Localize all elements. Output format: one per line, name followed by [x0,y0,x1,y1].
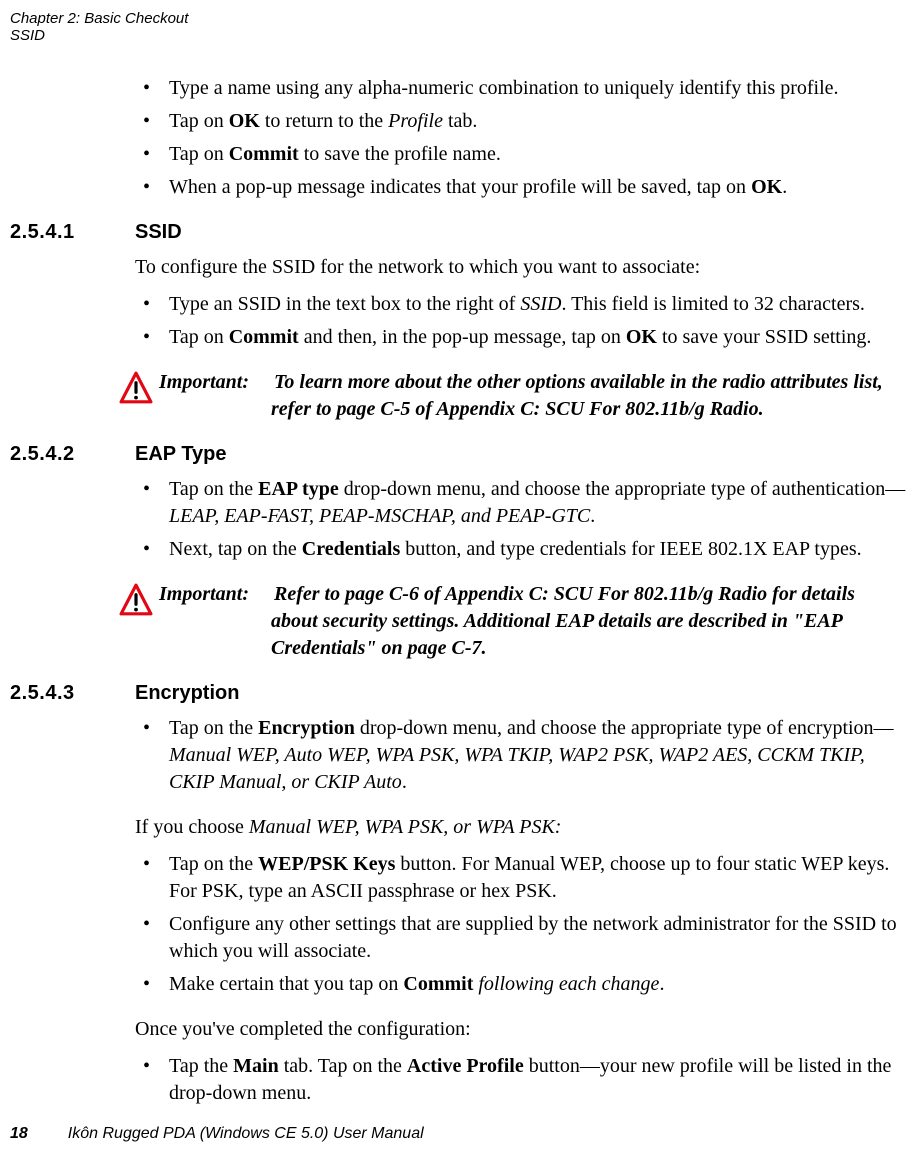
important-note: Important: Refer to page C-6 of Appendix… [113,581,906,662]
page-content: Type a name using any alpha-numeric comb… [135,75,906,1107]
heading-encryption: 2.5.4.3 Encryption [10,682,906,705]
note-label: Important: [159,369,269,396]
text: Tap the [169,1055,233,1077]
ssid-list: Type an SSID in the text box to the righ… [135,291,906,351]
text: drop-down menu, and choose the appropria… [355,717,894,739]
text: tab. Tap on the [279,1055,407,1077]
note-text: Important: To learn more about the other… [159,369,906,423]
list-item: Configure any other settings that are su… [135,911,906,965]
italic: Profile [388,110,443,132]
bold: Encryption [258,717,355,739]
note-line: refer to page C-5 of Appendix C: SCU For… [159,396,906,423]
running-header: Chapter 2: Basic Checkout SSID [10,10,911,45]
text: Next, tap on the [169,538,302,560]
paragraph: Once you've completed the configuration: [135,1016,906,1043]
bold: Active Profile [407,1055,524,1077]
note-line: Refer to page C-6 of Appendix C: SCU For… [274,583,855,605]
text: button, and type credentials for IEEE 80… [400,538,861,560]
intro-list: Type a name using any alpha-numeric comb… [135,75,906,201]
italic: Manual WEP, WPA PSK, or WPA PSK: [249,816,562,838]
encryption-list-1: Tap on the Encryption drop-down menu, an… [135,715,906,796]
list-item: Type an SSID in the text box to the righ… [135,291,906,318]
heading-title: SSID [135,221,182,244]
bold: EAP type [258,478,339,500]
bold: Commit [229,326,299,348]
note-text: Important: Refer to page C-6 of Appendix… [159,581,906,662]
text: . This field is limited to 32 characters… [561,293,864,315]
text: . [590,505,595,527]
text: If you choose [135,816,249,838]
footer-title: Ikôn Rugged PDA (Windows CE 5.0) User Ma… [68,1125,424,1143]
header-chapter: Chapter 2: Basic Checkout [10,10,911,27]
heading-number: 2.5.4.1 [10,221,135,244]
italic: Manual WEP, Auto WEP, WPA PSK, WPA TKIP,… [169,744,865,793]
page-footer: 18 Ikôn Rugged PDA (Windows CE 5.0) User… [10,1125,424,1143]
text: Type an SSID in the text box to the righ… [169,293,520,315]
warning-icon [113,369,159,405]
text: Tap on the [169,717,258,739]
text: to save your SSID setting. [657,326,871,348]
note-line: about security settings. Additional EAP … [159,608,906,662]
text: Tap on [169,326,229,348]
list-item: Type a name using any alpha-numeric comb… [135,75,906,102]
paragraph: To configure the SSID for the network to… [135,254,906,281]
bold: OK [626,326,657,348]
list-item: Tap on Commit to save the profile name. [135,141,906,168]
encryption-list-3: Tap the Main tab. Tap on the Active Prof… [135,1053,906,1107]
italic: following each change [478,973,659,995]
eap-list: Tap on the EAP type drop-down menu, and … [135,476,906,563]
list-item: Next, tap on the Credentials button, and… [135,536,906,563]
list-item: Tap on the Encryption drop-down menu, an… [135,715,906,796]
heading-title: EAP Type [135,443,227,466]
list-item: Tap on Commit and then, in the pop-up me… [135,324,906,351]
text: Make certain that you tap on [169,973,403,995]
text: Tap on the [169,853,258,875]
page-number: 18 [10,1125,28,1143]
note-label: Important: [159,581,269,608]
text: Tap on the [169,478,258,500]
text: Tap on [169,110,229,132]
italic: LEAP, EAP-FAST, PEAP-MSCHAP, and PEAP-GT… [169,505,590,527]
heading-number: 2.5.4.3 [10,682,135,705]
bold: Commit [403,973,473,995]
bold: Main [233,1055,279,1077]
heading-ssid: 2.5.4.1 SSID [10,221,906,244]
text: to save the profile name. [299,143,501,165]
heading-eap-type: 2.5.4.2 EAP Type [10,443,906,466]
bold: OK [229,110,260,132]
text: to return to the [260,110,388,132]
encryption-list-2: Tap on the WEP/PSK Keys button. For Manu… [135,851,906,998]
bold: Credentials [302,538,401,560]
header-section: SSID [10,27,911,44]
text: tab. [443,110,477,132]
bold: WEP/PSK Keys [258,853,395,875]
text: Tap on [169,143,229,165]
text: . [402,771,407,793]
heading-title: Encryption [135,682,239,705]
bold: OK [751,176,782,198]
list-item: Make certain that you tap on Commit foll… [135,971,906,998]
text: When a pop-up message indicates that you… [169,176,751,198]
text: Configure any other settings that are su… [169,913,897,962]
important-note: Important: To learn more about the other… [113,369,906,423]
text: and then, in the pop-up message, tap on [299,326,626,348]
list-item: Tap the Main tab. Tap on the Active Prof… [135,1053,906,1107]
text: Type a name using any alpha-numeric comb… [169,77,839,99]
list-item: Tap on the EAP type drop-down menu, and … [135,476,906,530]
paragraph: If you choose Manual WEP, WPA PSK, or WP… [135,814,906,841]
text: . [659,973,664,995]
italic: SSID [520,293,561,315]
list-item: Tap on the WEP/PSK Keys button. For Manu… [135,851,906,905]
list-item: Tap on OK to return to the Profile tab. [135,108,906,135]
text: . [782,176,787,198]
text: drop-down menu, and choose the appropria… [339,478,906,500]
note-line: To learn more about the other options av… [274,371,883,393]
heading-number: 2.5.4.2 [10,443,135,466]
list-item: When a pop-up message indicates that you… [135,174,906,201]
warning-icon [113,581,159,617]
bold: Commit [229,143,299,165]
